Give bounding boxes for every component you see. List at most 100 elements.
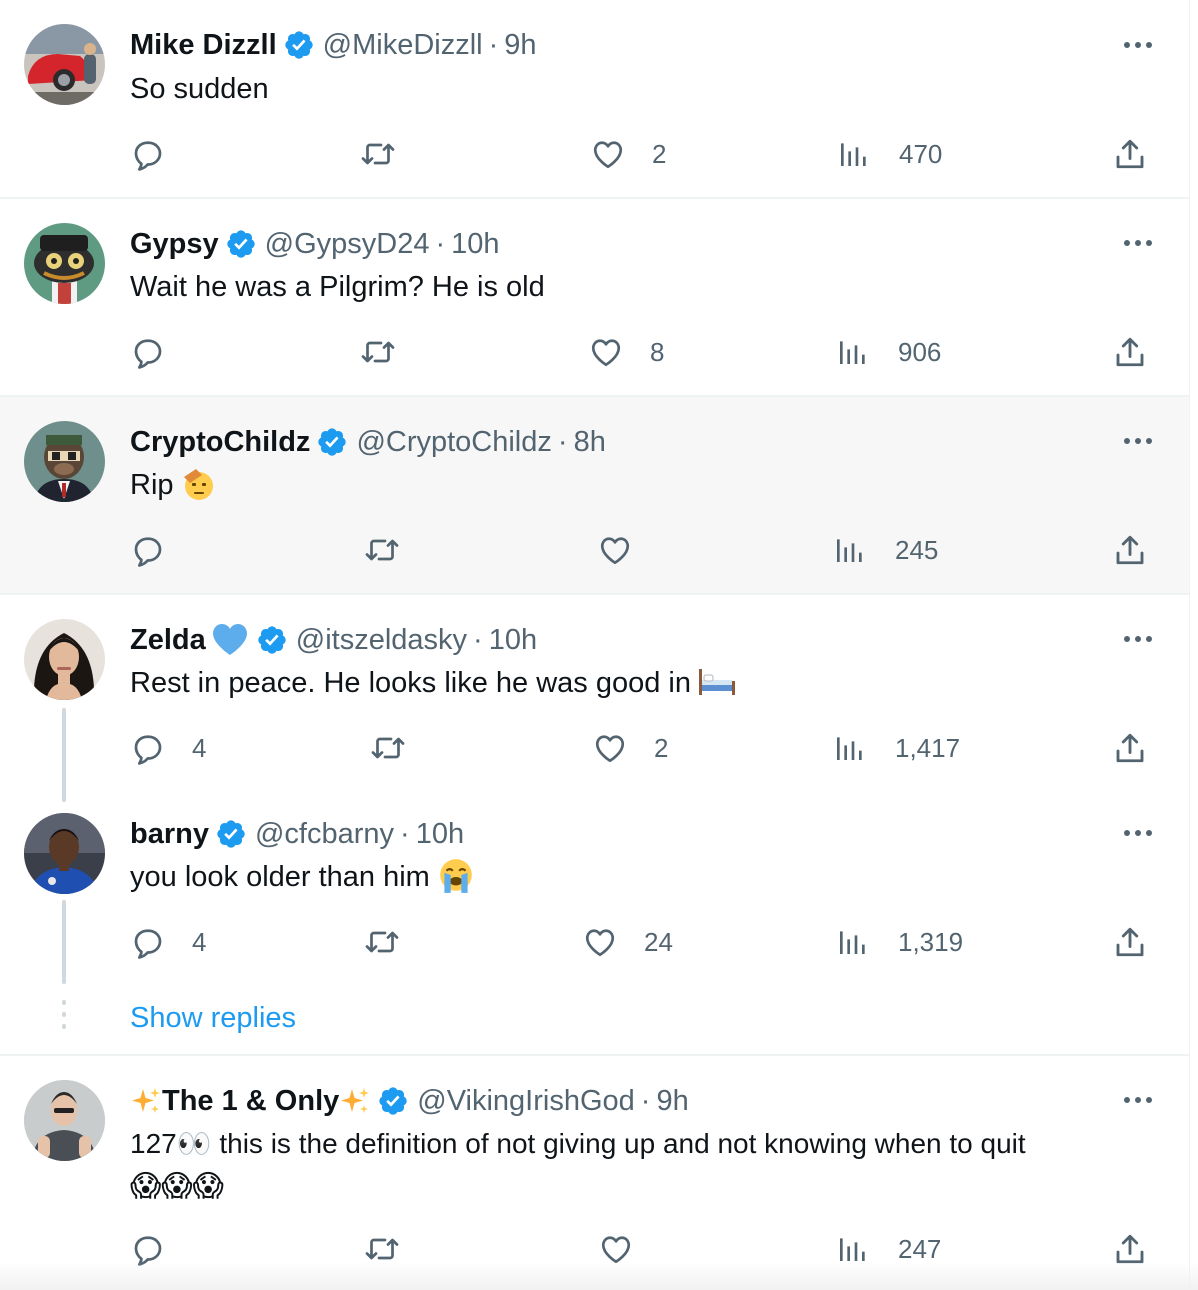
retweet-icon bbox=[361, 143, 395, 165]
display-name[interactable]: The 1 & Only bbox=[162, 1085, 339, 1118]
tweet[interactable]: barny @cfcbarny · 10h you look older tha… bbox=[0, 789, 1190, 989]
retweet-icon bbox=[361, 341, 395, 363]
like-count: 2 bbox=[652, 138, 667, 169]
more-options-icon[interactable] bbox=[1122, 629, 1154, 649]
avatar[interactable] bbox=[24, 1080, 105, 1161]
avatar[interactable] bbox=[24, 421, 105, 502]
view-count: 1,417 bbox=[895, 732, 961, 763]
display-name[interactable]: barny bbox=[130, 818, 209, 851]
like-button[interactable] bbox=[597, 530, 659, 570]
tweet-header: barny @cfcbarny · 10h bbox=[130, 814, 464, 854]
timestamp[interactable]: 10h bbox=[451, 228, 499, 261]
views-button[interactable]: 245 bbox=[833, 530, 938, 570]
avatar[interactable] bbox=[24, 223, 105, 304]
retweet-button[interactable] bbox=[359, 134, 397, 174]
share-icon bbox=[1116, 535, 1144, 565]
tweet-text-line: Rest in peace. He looks like he was good… bbox=[130, 662, 737, 704]
display-name[interactable]: Zelda bbox=[130, 624, 206, 657]
share-button[interactable] bbox=[1112, 332, 1148, 372]
timestamp[interactable]: 8h bbox=[574, 426, 606, 459]
timestamp[interactable]: 10h bbox=[489, 624, 537, 657]
display-name[interactable]: Mike Dizzll bbox=[130, 29, 277, 62]
footballer-avatar-icon bbox=[24, 813, 105, 894]
reply-button[interactable]: 4 bbox=[130, 922, 206, 962]
timestamp[interactable]: 9h bbox=[656, 1085, 688, 1118]
tweet-text-line: Rip bbox=[130, 464, 216, 506]
timestamp[interactable]: 10h bbox=[416, 818, 464, 851]
user-handle[interactable]: @GypsyD24 bbox=[265, 228, 430, 261]
share-button[interactable] bbox=[1112, 922, 1148, 962]
views-button[interactable]: 1,417 bbox=[833, 728, 960, 768]
share-button[interactable] bbox=[1112, 728, 1148, 768]
display-name[interactable]: CryptoChildz bbox=[130, 426, 310, 459]
tweet[interactable]: The 1 & Only @VikingIrishGod · 9h 127👀 t… bbox=[0, 1056, 1190, 1290]
heart-icon bbox=[591, 339, 621, 367]
action-bar: 4 2 1,417 bbox=[0, 728, 1190, 768]
more-options-icon[interactable] bbox=[1122, 35, 1154, 55]
share-icon bbox=[1116, 139, 1144, 169]
separator-dot: · bbox=[473, 623, 483, 656]
heart-icon bbox=[600, 537, 630, 565]
car-avatar-icon bbox=[24, 24, 105, 105]
avatar[interactable] bbox=[24, 24, 105, 105]
user-handle[interactable]: @CryptoChildz bbox=[356, 426, 551, 459]
verified-badge-icon bbox=[318, 428, 347, 456]
tweet[interactable]: Zelda @itszeldasky · 10h Rest in peace. … bbox=[0, 595, 1190, 789]
retweet-button[interactable] bbox=[369, 728, 407, 768]
timestamp[interactable]: 9h bbox=[504, 29, 536, 62]
retweet-button[interactable] bbox=[363, 530, 401, 570]
user-handle[interactable]: @VikingIrishGod bbox=[417, 1085, 635, 1118]
retweet-icon bbox=[371, 737, 405, 759]
reply-count: 4 bbox=[192, 732, 207, 763]
heart-icon bbox=[593, 141, 623, 169]
separator-dot: · bbox=[488, 28, 499, 61]
verified-badge-icon bbox=[258, 626, 286, 654]
user-handle[interactable]: @MikeDizzll bbox=[323, 29, 483, 62]
tweet-text: So sudden bbox=[130, 73, 269, 105]
retweet-button[interactable] bbox=[359, 332, 397, 372]
more-options-icon[interactable] bbox=[1122, 823, 1154, 843]
tweet[interactable]: CryptoChildz @CryptoChildz · 8h Rip 245 bbox=[0, 397, 1190, 593]
display-name[interactable]: Gypsy bbox=[130, 228, 219, 261]
more-options-icon[interactable] bbox=[1122, 1090, 1154, 1110]
analytics-icon bbox=[837, 737, 862, 760]
reply-button[interactable] bbox=[130, 134, 192, 174]
bed-icon bbox=[698, 669, 735, 695]
retweet-button[interactable] bbox=[363, 922, 401, 962]
avatar[interactable] bbox=[24, 619, 105, 700]
heart-icon bbox=[585, 929, 615, 957]
share-button[interactable] bbox=[1112, 530, 1148, 570]
views-button[interactable]: 470 bbox=[837, 134, 942, 174]
reply-button[interactable] bbox=[130, 332, 192, 372]
show-replies-link[interactable]: Show replies bbox=[130, 1002, 296, 1035]
like-count: 24 bbox=[644, 926, 673, 957]
share-icon bbox=[1116, 733, 1144, 763]
more-options-icon[interactable] bbox=[1122, 431, 1154, 451]
reply-button[interactable] bbox=[130, 530, 192, 570]
like-button[interactable]: 2 bbox=[590, 134, 666, 174]
tweet[interactable]: Mike Dizzll @MikeDizzll · 9h So sudden 2… bbox=[0, 0, 1190, 197]
like-button[interactable]: 24 bbox=[582, 922, 673, 962]
reply-button[interactable]: 4 bbox=[130, 728, 206, 768]
user-handle[interactable]: @itszeldasky bbox=[296, 624, 467, 657]
action-bar: 8 906 bbox=[0, 332, 1190, 372]
views-button[interactable]: 1,319 bbox=[836, 922, 963, 962]
tweet[interactable]: Gypsy @GypsyD24 · 10h Wait he was a Pilg… bbox=[0, 199, 1190, 395]
more-options-icon[interactable] bbox=[1122, 233, 1154, 253]
tweet-text: Rip bbox=[130, 469, 174, 501]
reply-icon bbox=[134, 339, 162, 369]
share-icon bbox=[1116, 337, 1144, 367]
avatar[interactable] bbox=[24, 813, 105, 894]
share-button[interactable] bbox=[1112, 134, 1148, 174]
saluting-face-icon bbox=[183, 469, 213, 500]
verified-badge-icon bbox=[284, 31, 313, 59]
retweet-icon bbox=[365, 539, 399, 561]
like-button[interactable]: 8 bbox=[588, 332, 664, 372]
user-handle[interactable]: @cfcbarny bbox=[255, 818, 394, 851]
bottom-fade bbox=[0, 1262, 1198, 1290]
tweet-text: 127👀 this is the definition of not givin… bbox=[130, 1128, 1026, 1159]
like-button[interactable]: 2 bbox=[592, 728, 668, 768]
reply-icon bbox=[134, 537, 162, 567]
ape-avatar-icon bbox=[24, 421, 105, 502]
views-button[interactable]: 906 bbox=[836, 332, 941, 372]
